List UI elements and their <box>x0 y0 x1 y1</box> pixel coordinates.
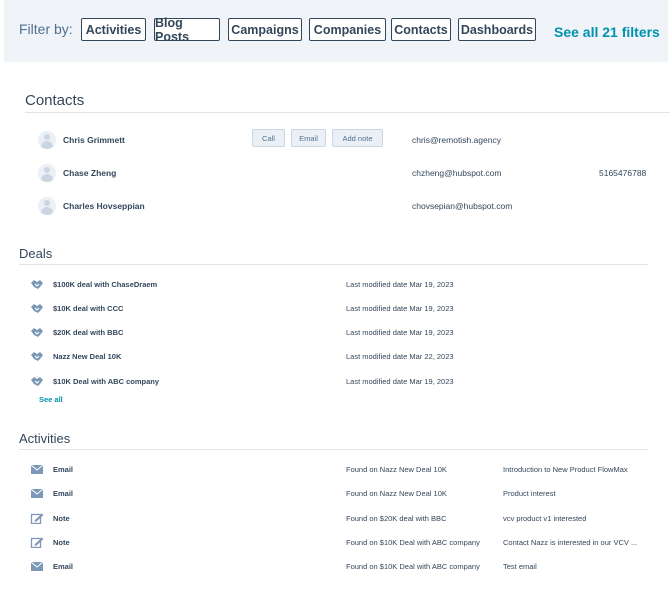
activity-subject: Product interest <box>503 489 556 498</box>
filter-chip-dashboards[interactable]: Dashboards <box>458 18 536 41</box>
deal-modified: Last modified date Mar 22, 2023 <box>346 352 454 361</box>
contact-phone: 5165476788 <box>599 168 647 178</box>
contacts-divider <box>25 112 670 113</box>
handshake-icon <box>31 377 43 386</box>
activity-type[interactable]: Email <box>53 465 73 474</box>
activity-row[interactable]: Email Found on Nazz New Deal 10K Introdu… <box>30 461 650 479</box>
contact-row[interactable]: Chris Grimmett Call Email Add note chris… <box>30 128 670 156</box>
activity-subject: Test email <box>503 562 537 571</box>
contact-row[interactable]: Chase Zheng chzheng@hubspot.com 51654767… <box>30 161 670 189</box>
handshake-icon <box>31 304 43 313</box>
filter-bar: Filter by: Activities Blog Posts Campaig… <box>4 0 668 62</box>
activity-row[interactable]: Note Found on $20K deal with BBC vcv pro… <box>30 510 650 528</box>
filter-chip-campaigns[interactable]: Campaigns <box>228 18 302 41</box>
handshake-icon <box>31 352 43 361</box>
handshake-icon <box>31 328 43 337</box>
deal-name[interactable]: $20K deal with BBC <box>53 328 123 337</box>
activity-row[interactable]: Email Found on $10K Deal with ABC compan… <box>30 558 650 576</box>
deal-row[interactable]: $10K Deal with ABC company Last modified… <box>30 373 650 391</box>
activity-type[interactable]: Email <box>53 489 73 498</box>
deal-row[interactable]: $20K deal with BBC Last modified date Ma… <box>30 324 650 342</box>
deal-name[interactable]: $10K deal with CCC <box>53 304 123 313</box>
activity-row[interactable]: Email Found on Nazz New Deal 10K Product… <box>30 485 650 503</box>
deal-row[interactable]: $10K deal with CCC Last modified date Ma… <box>30 300 650 318</box>
activity-type[interactable]: Email <box>53 562 73 571</box>
contact-name[interactable]: Chase Zheng <box>63 168 116 178</box>
handshake-icon <box>31 280 43 289</box>
activity-found-on: Found on $10K Deal with ABC company <box>346 538 480 547</box>
deal-name[interactable]: Nazz New Deal 10K <box>53 352 121 361</box>
filter-chip-blog-posts[interactable]: Blog Posts <box>154 16 220 44</box>
deal-name[interactable]: $100K deal with ChaseDraem <box>53 280 157 289</box>
activity-row[interactable]: Note Found on $10K Deal with ABC company… <box>30 534 650 552</box>
activities-section-title: Activities <box>19 431 71 446</box>
activity-found-on: Found on Nazz New Deal 10K <box>346 465 447 474</box>
filter-chip-activities[interactable]: Activities <box>81 18 146 41</box>
add-note-button[interactable]: Add note <box>332 129 383 147</box>
avatar <box>38 131 56 149</box>
envelope-icon <box>30 464 44 474</box>
filter-chip-contacts[interactable]: Contacts <box>391 18 451 41</box>
deals-divider <box>19 264 648 265</box>
envelope-icon <box>30 561 44 571</box>
activity-found-on: Found on $10K Deal with ABC company <box>346 562 480 571</box>
activity-subject: Contact Nazz is interested in our VCV ..… <box>503 538 638 547</box>
deals-section-title: Deals <box>19 246 53 261</box>
avatar <box>38 164 56 182</box>
note-icon <box>30 513 44 524</box>
call-button[interactable]: Call <box>252 129 285 147</box>
avatar <box>38 197 56 215</box>
filter-chip-companies[interactable]: Companies <box>309 18 386 41</box>
activities-divider <box>19 449 648 450</box>
envelope-icon <box>30 488 44 498</box>
contact-email: chris@remotish.agency <box>412 135 501 145</box>
activity-type[interactable]: Note <box>53 514 70 523</box>
contact-email: chzheng@hubspot.com <box>412 168 502 178</box>
activity-found-on: Found on $20K deal with BBC <box>346 514 447 523</box>
activity-found-on: Found on Nazz New Deal 10K <box>346 489 447 498</box>
deal-name[interactable]: $10K Deal with ABC company <box>53 377 159 386</box>
email-button[interactable]: Email <box>291 129 326 147</box>
filter-label: Filter by: <box>19 21 73 37</box>
contact-name[interactable]: Charles Hovseppian <box>63 201 145 211</box>
contacts-section-title: Contacts <box>25 92 85 109</box>
activity-subject: Introduction to New Product FlowMax <box>503 465 628 474</box>
deals-see-all-link[interactable]: See all <box>39 395 63 404</box>
contact-row[interactable]: Charles Hovseppian chovsepian@hubspot.co… <box>30 194 670 222</box>
contact-name[interactable]: Chris Grimmett <box>63 135 125 145</box>
activity-subject: vcv product v1 interested <box>503 514 587 523</box>
note-icon <box>30 537 44 548</box>
deal-modified: Last modified date Mar 19, 2023 <box>346 377 454 386</box>
deal-row[interactable]: Nazz New Deal 10K Last modified date Mar… <box>30 348 650 366</box>
contact-email: chovsepian@hubspot.com <box>412 201 513 211</box>
deal-row[interactable]: $100K deal with ChaseDraem Last modified… <box>30 276 650 294</box>
deal-modified: Last modified date Mar 19, 2023 <box>346 304 454 313</box>
deal-modified: Last modified date Mar 19, 2023 <box>346 328 454 337</box>
deal-modified: Last modified date Mar 19, 2023 <box>346 280 454 289</box>
activity-type[interactable]: Note <box>53 538 70 547</box>
see-all-filters-link[interactable]: See all 21 filters <box>554 24 660 40</box>
